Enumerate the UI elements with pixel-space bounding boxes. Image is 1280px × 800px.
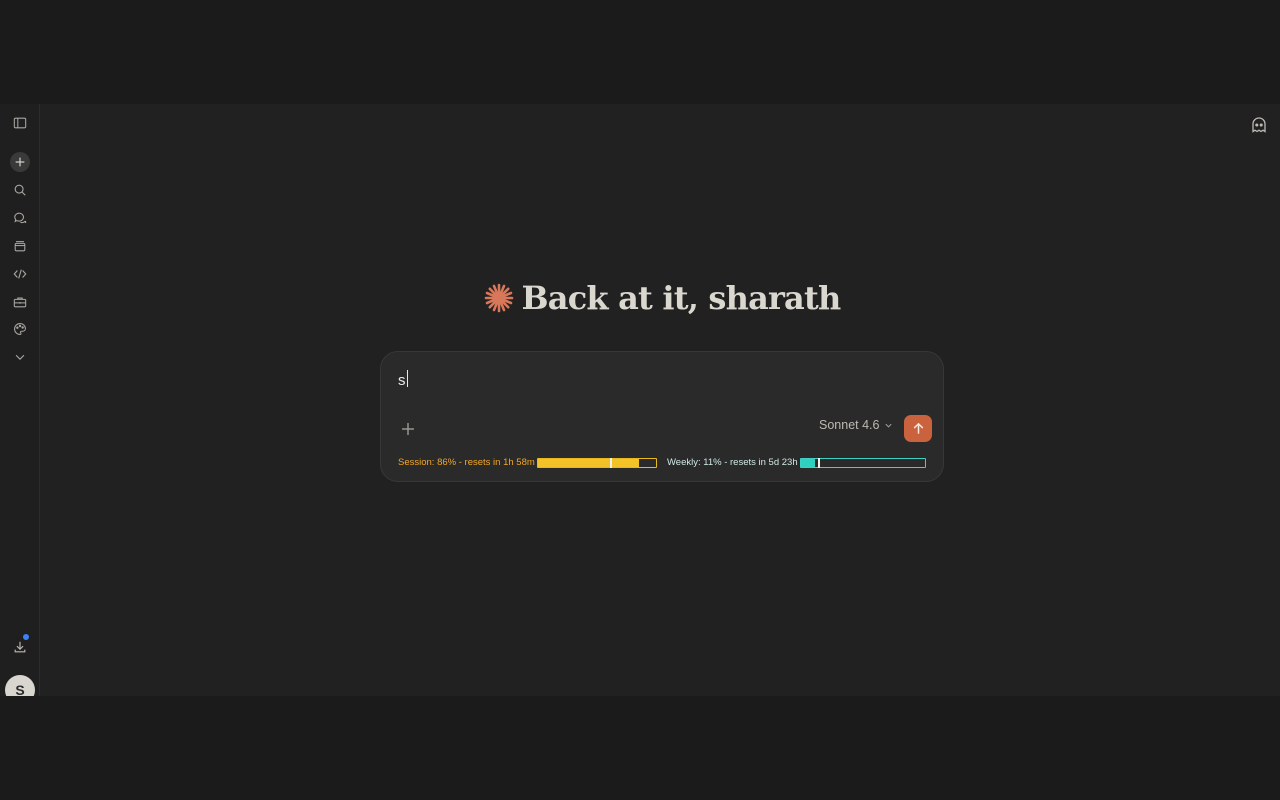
model-label: Sonnet 4.6 — [819, 418, 880, 432]
ghost-icon — [1252, 117, 1266, 133]
plus-icon — [402, 423, 414, 435]
avatar[interactable]: S — [5, 675, 35, 696]
usage-meters: Session: 86% - resets in 1h 58m Weekly: … — [398, 456, 928, 470]
weekly-time-marker — [818, 458, 821, 468]
sidebar: S — [0, 104, 40, 696]
session-usage-bar — [537, 458, 657, 468]
session-usage-fill — [538, 459, 640, 467]
chevron-down-icon — [15, 354, 25, 360]
code-icon — [13, 269, 27, 279]
download-button[interactable] — [10, 634, 30, 657]
text-caret — [407, 370, 408, 387]
projects-button[interactable] — [10, 236, 30, 256]
palette-icon — [14, 323, 26, 335]
chats-icon — [14, 212, 27, 224]
toolbox-icon — [13, 297, 27, 308]
arrow-up-icon — [913, 422, 923, 434]
search-icon — [14, 184, 26, 196]
toolbox-button[interactable] — [10, 292, 30, 312]
download-icon — [14, 641, 26, 653]
model-selector[interactable]: Sonnet 4.6 — [819, 418, 893, 432]
weekly-usage-fill — [801, 459, 815, 467]
send-button[interactable] — [904, 415, 932, 442]
claude-logo-icon — [484, 283, 513, 313]
artifacts-button[interactable] — [10, 319, 30, 339]
sidebar-toggle-icon — [13, 117, 27, 129]
session-usage-label: Session: 86% - resets in 1h 58m — [398, 457, 535, 468]
plus-icon — [15, 157, 25, 167]
greeting: Back at it, sharath — [380, 279, 944, 317]
weekly-usage-label: Weekly: 11% - resets in 5d 23h — [667, 457, 798, 468]
prompt-input[interactable] — [398, 370, 918, 390]
search-button[interactable] — [10, 180, 30, 200]
chats-button[interactable] — [10, 208, 30, 228]
code-button[interactable] — [10, 264, 30, 284]
projects-icon — [14, 241, 26, 252]
attach-button[interactable] — [398, 419, 418, 439]
incognito-button[interactable] — [1250, 116, 1268, 134]
session-time-marker — [609, 458, 612, 468]
app-window: S Back at it, sharath Sonnet 4.6 — [0, 104, 1280, 696]
notification-dot — [23, 634, 29, 640]
composer: Sonnet 4.6 Session: 86% - resets in 1h 5… — [380, 351, 944, 482]
greeting-text: Back at it, sharath — [521, 279, 842, 317]
weekly-usage-bar — [800, 458, 926, 468]
sidebar-toggle-button[interactable] — [10, 113, 30, 133]
new-chat-button[interactable] — [10, 152, 30, 172]
more-button[interactable] — [10, 347, 30, 367]
chevron-down-icon — [885, 423, 893, 428]
